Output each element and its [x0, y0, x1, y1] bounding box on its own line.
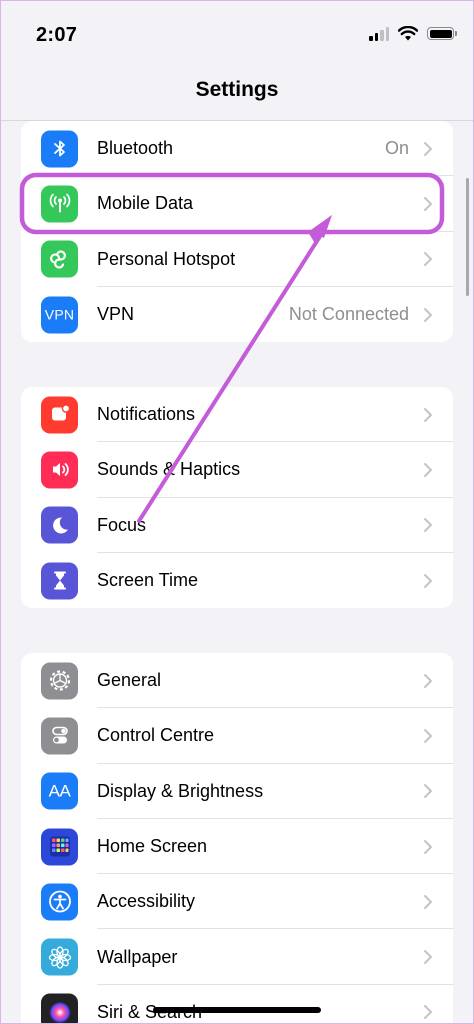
display-text-icon: AA: [41, 772, 78, 810]
antenna-icon: [41, 185, 78, 223]
settings-row-sounds-haptics[interactable]: Sounds & Haptics: [21, 442, 453, 498]
battery-icon: [427, 27, 457, 40]
bluetooth-icon: [41, 130, 78, 168]
chevron-right-icon: [424, 950, 432, 965]
settings-group-notifications: Notifications Sounds & Haptics Focus Scr…: [21, 387, 453, 609]
wifi-icon: [398, 26, 418, 41]
chevron-right-icon: [424, 518, 432, 533]
settings-row-label: Sounds & Haptics: [97, 459, 241, 480]
chevron-right-icon: [424, 1005, 432, 1020]
settings-row-value: Not Connected: [288, 304, 409, 325]
settings-row-siri-search[interactable]: Siri & Search: [21, 985, 453, 1024]
settings-row-label: Accessibility: [97, 891, 196, 912]
settings-row-label: Mobile Data: [97, 193, 194, 214]
chevron-right-icon: [424, 252, 432, 267]
chevron-right-icon: [424, 784, 432, 799]
settings-row-control-centre[interactable]: Control Centre: [21, 708, 453, 764]
hourglass-icon: [41, 562, 78, 600]
toggles-icon: [41, 717, 78, 755]
chevron-right-icon: [424, 196, 432, 211]
display-icon-text: AA: [48, 781, 71, 801]
home-indicator[interactable]: [153, 1007, 321, 1013]
settings-row-label: Home Screen: [97, 836, 208, 857]
accessibility-icon: [41, 883, 78, 921]
chevron-right-icon: [424, 307, 432, 322]
chevron-right-icon: [424, 462, 432, 477]
settings-row-label: Display & Brightness: [97, 780, 264, 801]
page-title: Settings: [195, 78, 279, 101]
settings-row-label: Bluetooth: [97, 138, 174, 159]
status-bar: 2:07: [0, 0, 474, 62]
chevron-right-icon: [424, 673, 432, 688]
status-time: 2:07: [36, 24, 78, 46]
settings-row-label: General: [97, 670, 162, 691]
settings-row-label: Screen Time: [97, 570, 199, 591]
settings-row-display-brightness[interactable]: AA Display & Brightness: [21, 764, 453, 819]
moon-icon: [41, 506, 78, 544]
settings-row-label: Notifications: [97, 404, 196, 425]
settings-row-label: Wallpaper: [97, 946, 178, 967]
settings-row-wallpaper[interactable]: Wallpaper: [21, 929, 453, 985]
settings-row-label: Personal Hotspot: [97, 248, 236, 269]
scroll-indicator[interactable]: [466, 178, 469, 296]
settings-group-connectivity: Bluetooth On Mobile Data Personal Hotspo…: [21, 121, 453, 343]
siri-icon: [41, 993, 78, 1024]
settings-row-home-screen[interactable]: Home Screen: [21, 819, 453, 875]
cellular-signal-icon: [369, 26, 389, 41]
speaker-icon: [41, 451, 78, 489]
hotspot-icon: [41, 240, 78, 278]
notifications-bell-icon: [41, 396, 78, 434]
settings-row-general[interactable]: General: [21, 653, 453, 709]
settings-row-value: On: [384, 138, 409, 159]
vpn-icon-text: VPN: [44, 306, 75, 323]
settings-row-screen-time[interactable]: Screen Time: [21, 553, 453, 608]
chevron-right-icon: [424, 894, 432, 909]
settings-row-label: Focus: [97, 514, 147, 535]
vpn-icon: VPN: [41, 296, 78, 334]
chevron-right-icon: [424, 728, 432, 743]
settings-row-personal-hotspot[interactable]: Personal Hotspot: [21, 232, 453, 287]
chevron-right-icon: [424, 407, 432, 422]
gear-icon: [41, 662, 78, 700]
app-grid-icon: [41, 828, 78, 866]
settings-row-accessibility[interactable]: Accessibility: [21, 874, 453, 930]
settings-row-bluetooth[interactable]: Bluetooth On: [21, 121, 453, 177]
status-icons: [369, 26, 457, 41]
settings-row-focus[interactable]: Focus: [21, 498, 453, 553]
flower-icon: [41, 938, 78, 976]
settings-row-mobile-data[interactable]: Mobile Data: [21, 176, 453, 232]
settings-row-label: VPN: [97, 304, 135, 325]
settings-row-label: Control Centre: [97, 725, 215, 746]
chevron-right-icon: [424, 573, 432, 588]
settings-group-general: General Control Centre AA Display & Brig…: [21, 653, 453, 1024]
chevron-right-icon: [424, 141, 432, 156]
chevron-right-icon: [424, 839, 432, 854]
settings-row-notifications[interactable]: Notifications: [21, 387, 453, 443]
settings-row-vpn[interactable]: VPN VPN Not Connected: [21, 287, 453, 342]
